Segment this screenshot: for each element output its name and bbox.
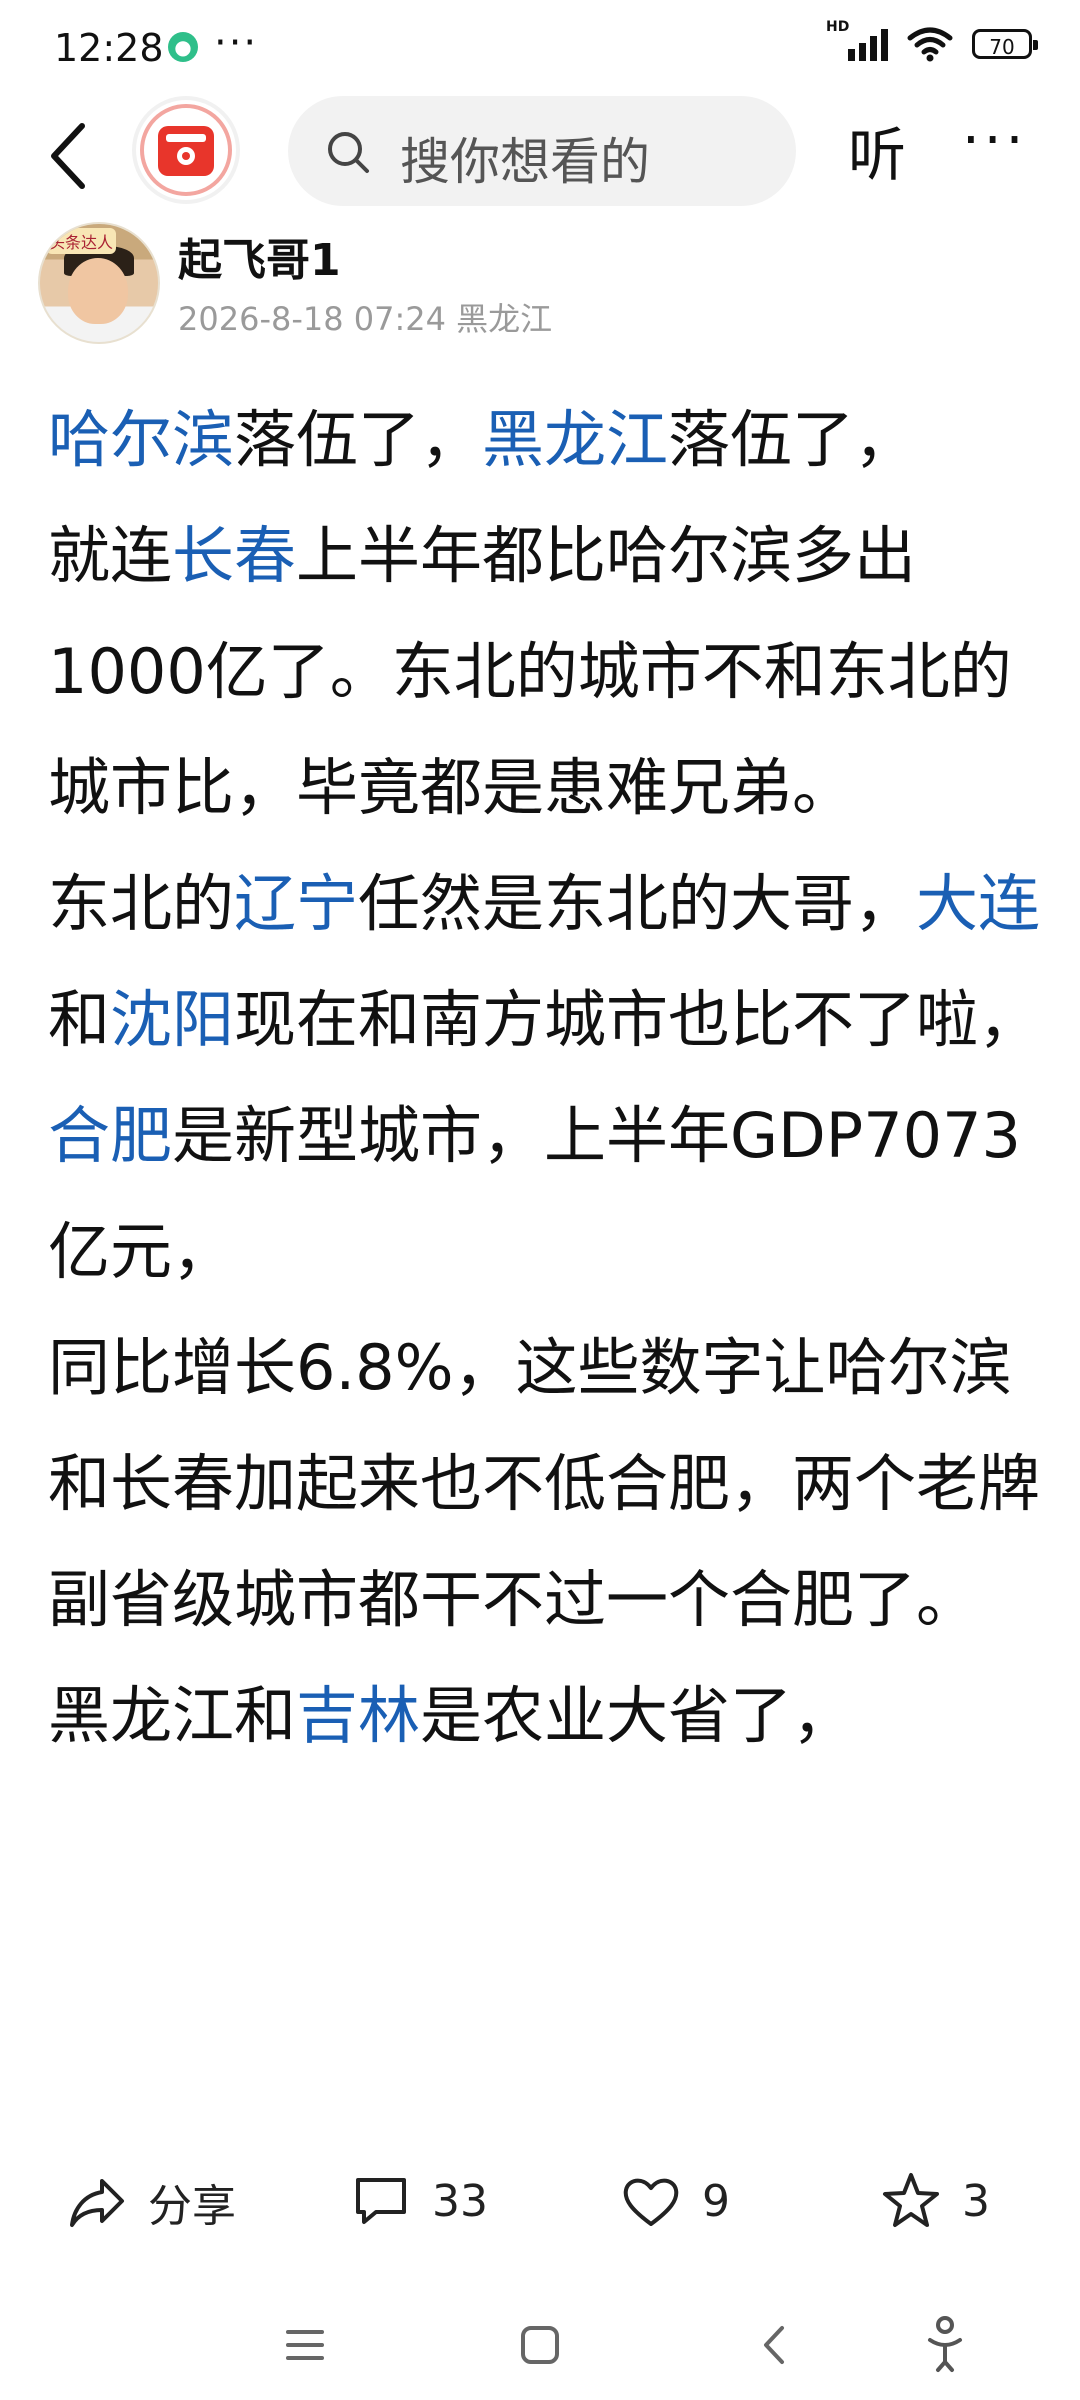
wifi-icon	[907, 27, 953, 62]
share-icon	[70, 2179, 124, 2227]
app-logo[interactable]	[136, 100, 236, 200]
topic-link[interactable]: 黑龙江	[482, 403, 668, 476]
status-bar: 12:28 ● ··· HD 70	[0, 0, 1080, 96]
like-button[interactable]: 9	[620, 2170, 730, 2232]
article-text: 是农业大省了，	[420, 1679, 855, 1752]
star-icon	[883, 2173, 939, 2227]
avatar-badge: 头条达人	[46, 228, 117, 254]
recent-apps-icon[interactable]	[270, 2310, 340, 2380]
comment-button[interactable]: 33	[350, 2170, 488, 2232]
heart-icon	[623, 2178, 679, 2226]
home-icon[interactable]	[505, 2310, 575, 2380]
action-bar: 分享 33 9 3	[0, 2140, 1080, 2270]
status-more-icon: ···	[214, 20, 259, 66]
post-meta: 2026-8-18 07:24 黑龙江	[178, 300, 553, 338]
article-text: 就连	[48, 519, 173, 592]
article-text: 现在和南方城市也比不了啦，	[234, 983, 1041, 1056]
status-time: 12:28	[54, 26, 164, 70]
topic-link[interactable]: 吉林	[296, 1679, 420, 1752]
paragraph-4: 同比增长6.8%，这些数字让哈尔滨和长春加起来也不低合肥，两个老牌副省级城市都干…	[48, 1310, 1048, 1658]
article-body: 哈尔滨落伍了，黑龙江落伍了， 就连长春上半年都比哈尔滨多出1000亿了。东北的城…	[48, 382, 1048, 2122]
network-label: HD	[826, 19, 850, 35]
topic-link[interactable]: 合肥	[48, 1099, 172, 1172]
more-options-button[interactable]: ···	[962, 108, 1027, 173]
search-placeholder: 搜你想看的	[400, 133, 650, 191]
article-text: 是新型城市，上半年GDP7073亿元，	[48, 1099, 1021, 1288]
system-back-icon[interactable]	[740, 2310, 810, 2380]
toutiao-logo-icon	[140, 104, 232, 196]
comment-count: 33	[432, 2175, 488, 2227]
article-text: 同比增长6.8%，这些数字让哈尔滨和长春加起来也不低合肥，两个老牌副省级城市都干…	[48, 1331, 1041, 1636]
topic-link[interactable]: 辽宁	[234, 867, 358, 940]
like-count: 9	[702, 2175, 730, 2227]
app-notification-icon: ●	[168, 32, 198, 62]
paragraph-2: 就连长春上半年都比哈尔滨多出1000亿了。东北的城市不和东北的城市比，毕竟都是患…	[48, 498, 1048, 846]
topic-link[interactable]: 长春	[172, 519, 296, 592]
search-bar[interactable]: 搜你想看的	[288, 96, 796, 206]
article-text: 和	[48, 983, 111, 1056]
share-label: 分享	[148, 2181, 236, 2232]
battery-icon: 70	[972, 29, 1038, 59]
status-indicators: HD 70	[826, 19, 1038, 62]
back-arrow-icon[interactable]	[44, 118, 94, 194]
signal-icon: HD	[826, 19, 888, 61]
favorite-count: 3	[962, 2175, 990, 2227]
author-name[interactable]: 起飞哥1	[178, 224, 341, 288]
search-icon	[328, 132, 369, 173]
article-text: 落伍了，	[668, 403, 917, 476]
paragraph-1: 哈尔滨落伍了，黑龙江落伍了，	[48, 382, 1048, 498]
battery-level: 70	[989, 35, 1015, 59]
system-navigation-bar	[0, 2290, 1080, 2400]
comment-icon	[356, 2178, 406, 2224]
topic-link[interactable]: 大连	[916, 867, 1040, 940]
article-text: 黑龙江和	[48, 1679, 297, 1752]
paragraph-5: 黑龙江和吉林是农业大省了，	[48, 1658, 1048, 1774]
article-text: 东北的	[48, 867, 235, 940]
topic-link[interactable]: 哈尔滨	[48, 403, 234, 476]
paragraph-3: 东北的辽宁任然是东北的大哥，大连和沈阳现在和南方城市也比不了啦， 合肥是新型城市，…	[48, 846, 1048, 1310]
avatar[interactable]: 头条达人	[38, 222, 160, 344]
favorite-button[interactable]: 3	[880, 2170, 990, 2232]
topic-link[interactable]: 沈阳	[110, 983, 234, 1056]
article-text: 落伍了，	[234, 403, 483, 476]
article-text: 任然是东北的大哥，	[358, 867, 917, 940]
listen-button[interactable]: 听	[848, 108, 906, 192]
share-button[interactable]: 分享	[66, 2170, 236, 2234]
assistant-icon[interactable]	[910, 2310, 980, 2380]
